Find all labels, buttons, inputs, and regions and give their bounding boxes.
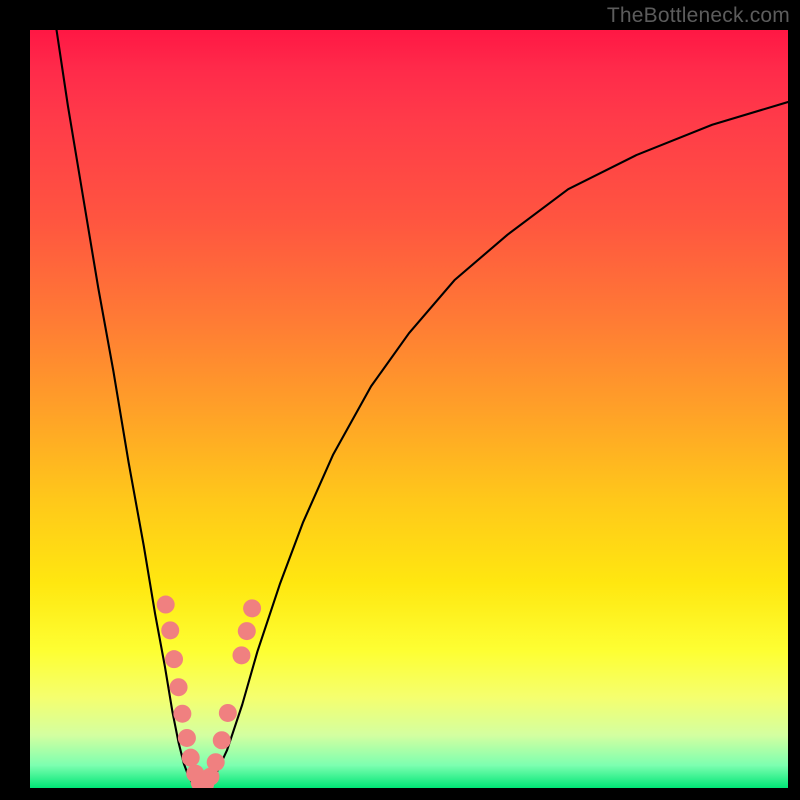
data-marker bbox=[170, 678, 188, 696]
data-marker bbox=[157, 596, 175, 614]
chart-frame: TheBottleneck.com bbox=[0, 0, 800, 800]
watermark-text: TheBottleneck.com bbox=[607, 4, 790, 28]
curve-left-branch bbox=[57, 30, 201, 788]
data-marker bbox=[182, 749, 200, 767]
data-marker bbox=[207, 753, 225, 771]
data-marker bbox=[232, 646, 250, 664]
data-marker bbox=[238, 622, 256, 640]
plot-area bbox=[30, 30, 788, 788]
data-marker bbox=[178, 729, 196, 747]
bottleneck-curve bbox=[30, 30, 788, 788]
data-marker bbox=[213, 731, 231, 749]
data-marker bbox=[173, 705, 191, 723]
curve-right-branch bbox=[201, 102, 788, 788]
data-marker bbox=[165, 650, 183, 668]
data-marker bbox=[219, 704, 237, 722]
data-marker bbox=[161, 621, 179, 639]
data-marker bbox=[243, 599, 261, 617]
